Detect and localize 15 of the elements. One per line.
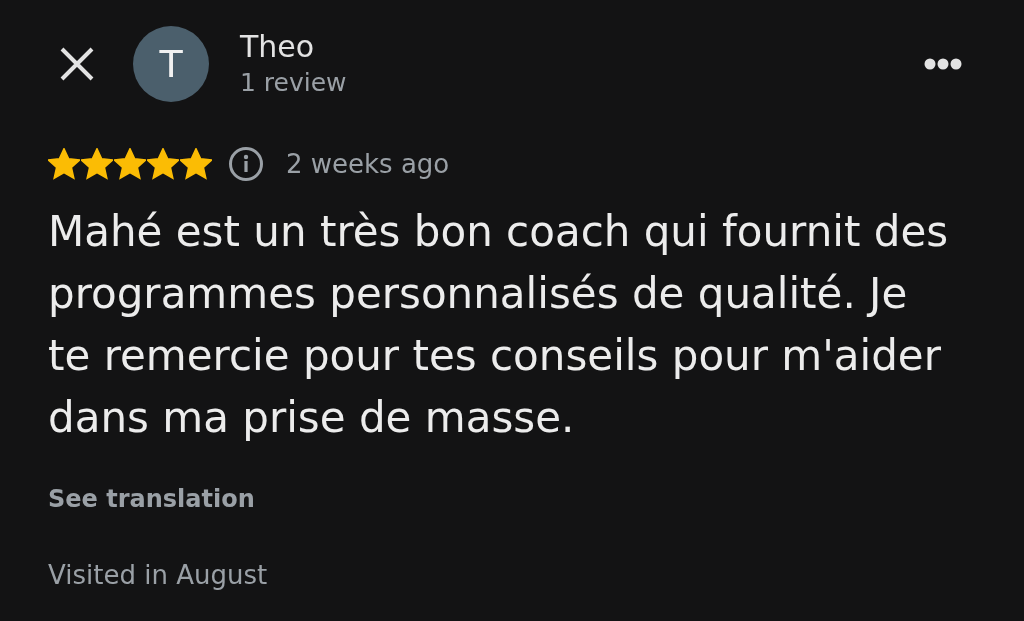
star-icon xyxy=(81,148,113,180)
review-count: 1 review xyxy=(240,67,347,99)
more-icon xyxy=(924,58,962,70)
info-icon[interactable] xyxy=(228,146,264,182)
star-icon xyxy=(147,148,179,180)
see-translation-link[interactable]: See translation xyxy=(48,483,255,515)
visit-date: Visited in August xyxy=(48,559,268,591)
avatar: T xyxy=(133,26,209,102)
review-time: 2 weeks ago xyxy=(286,149,450,179)
star-icon xyxy=(180,148,212,180)
review-text: Mahé est un très bon coach qui fournit des programmes personnalisés de qualité. Je te remercie pour tes conseils pour m'aider dans ma prise de masse. xyxy=(48,206,950,444)
star-icon xyxy=(114,148,146,180)
star-icon xyxy=(48,148,80,180)
reviewer-name: Theo xyxy=(240,28,315,66)
close-icon xyxy=(60,47,94,81)
